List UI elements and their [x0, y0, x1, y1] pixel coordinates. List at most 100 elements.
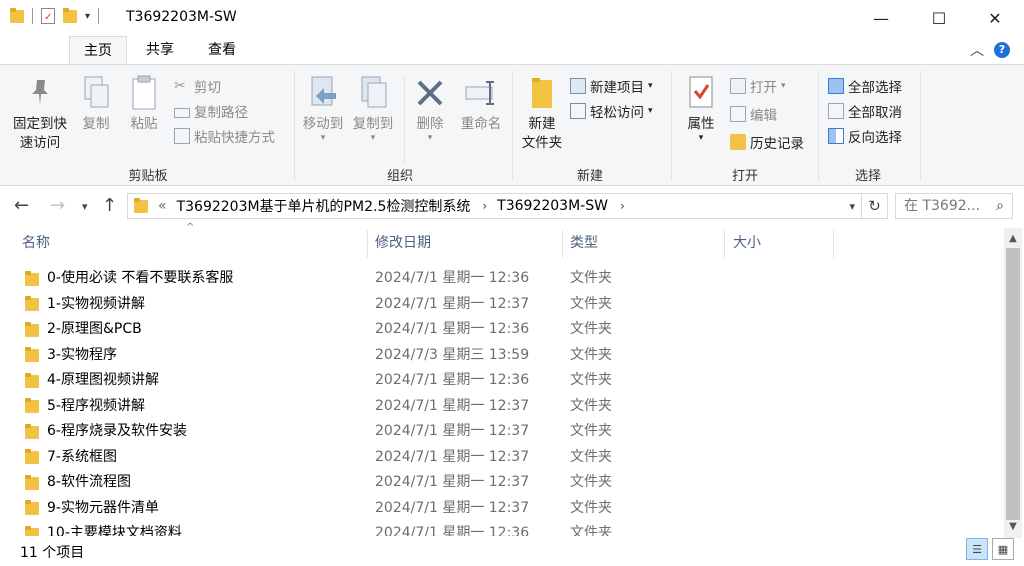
maximize-button[interactable]: ☐ — [910, 0, 968, 36]
new-item-button[interactable]: 新建项目 ▾ — [570, 75, 653, 97]
breadcrumb-item[interactable]: T3692203M基于单片机的PM2.5检测控制系统 — [177, 196, 471, 216]
copy-button[interactable]: 复制 — [76, 73, 116, 134]
column-header-size[interactable]: 大小 — [733, 228, 761, 258]
list-item[interactable]: 5-程序视频讲解 2024/7/1 星期一 12:37 文件夹 — [0, 394, 1000, 419]
properties-quick-icon[interactable]: ✓ — [41, 8, 55, 24]
collapse-ribbon-icon[interactable]: ︿ — [970, 40, 984, 60]
column-header-type[interactable]: 类型 — [570, 228, 598, 258]
column-divider[interactable] — [724, 230, 725, 258]
new-folder-quick-icon[interactable] — [63, 8, 77, 24]
paste-shortcut-button[interactable]: 粘贴快捷方式 — [174, 125, 275, 147]
delete-dropdown-icon: ▾ — [427, 133, 433, 143]
column-divider[interactable] — [562, 230, 563, 258]
scroll-thumb[interactable] — [1006, 248, 1020, 520]
pin-to-quick-access-button[interactable]: 固定到快 速访问 — [8, 73, 72, 153]
address-bar[interactable]: « T3692203M基于单片机的PM2.5检测控制系统 › T3692203M… — [127, 193, 862, 219]
minimize-button[interactable]: — — [852, 0, 910, 36]
list-item[interactable]: 6-程序烧录及软件安装 2024/7/1 星期一 12:37 文件夹 — [0, 419, 1000, 444]
forward-arrow-icon[interactable]: → — [50, 195, 65, 216]
folder-icon — [25, 347, 39, 363]
tab-view[interactable]: 查看 — [194, 36, 250, 64]
open-button[interactable]: 打开 ▾ — [730, 75, 786, 97]
file-name: 5-程序视频讲解 — [47, 397, 145, 414]
cut-button[interactable]: ✂ 剪切 — [174, 75, 221, 97]
chevron-right-icon[interactable]: › — [620, 199, 625, 213]
close-button[interactable]: ✕ — [966, 0, 1024, 36]
new-folder-icon — [524, 73, 560, 113]
rename-button[interactable]: 重命名 — [456, 73, 506, 134]
file-name: 10-主要模块文档资料 — [47, 525, 182, 536]
file-type: 文件夹 — [570, 397, 612, 414]
back-arrow-icon[interactable]: ← — [14, 195, 29, 216]
folder-icon — [25, 372, 39, 389]
address-dropdown-icon[interactable]: ▾ — [849, 200, 855, 213]
cut-label: 剪切 — [194, 80, 221, 96]
vertical-scrollbar[interactable]: ▲ ▼ — [1004, 228, 1022, 538]
folder-icon — [134, 198, 148, 214]
recent-locations-icon[interactable]: ▾ — [82, 200, 88, 213]
copy-to-label: 复制到 — [352, 116, 394, 132]
new-folder-button[interactable]: 新建 文件夹 — [516, 73, 568, 153]
file-name: 4-原理图视频讲解 — [47, 372, 159, 388]
history-button[interactable]: 历史记录 — [730, 131, 804, 153]
scroll-down-icon[interactable]: ▼ — [1004, 518, 1022, 536]
customize-quick-access-icon[interactable]: ▾ — [85, 11, 90, 22]
up-arrow-icon[interactable]: ↑ — [102, 195, 117, 216]
easy-access-button[interactable]: 轻松访问 ▾ — [570, 100, 653, 122]
copy-to-button[interactable]: 复制到 ▾ — [348, 73, 398, 143]
column-header-name[interactable]: 名称 — [22, 228, 50, 258]
breadcrumb-overflow[interactable]: « — [158, 198, 167, 214]
column-header-date[interactable]: 修改日期 — [375, 228, 431, 258]
list-item[interactable]: 2-原理图&PCB 2024/7/1 星期一 12:36 文件夹 — [0, 317, 1000, 342]
column-divider[interactable] — [833, 230, 834, 258]
ribbon: 固定到快 速访问 复制 粘贴 ✂ 剪切 复制路径 粘贴快捷方式 剪贴板 移动到 … — [0, 64, 1024, 186]
list-item[interactable]: 1-实物视频讲解 2024/7/1 星期一 12:37 文件夹 — [0, 292, 1000, 317]
title-bar: ✓ ▾ T3692203M-SW — ☐ ✕ — [0, 0, 1024, 36]
paste-button[interactable]: 粘贴 — [124, 73, 164, 134]
file-date: 2024/7/1 星期一 12:37 — [375, 295, 530, 312]
help-icon[interactable]: ? — [994, 42, 1010, 58]
search-input[interactable]: 在 T3692... ⌕ — [895, 193, 1013, 219]
column-divider[interactable] — [367, 230, 368, 258]
navigation-bar: ← → ▾ ↑ « T3692203M基于单片机的PM2.5检测控制系统 › T… — [0, 186, 1024, 226]
list-item[interactable]: 0-使用必读 不看不要联系客服 2024/7/1 星期一 12:36 文件夹 — [0, 266, 1000, 291]
divider — [920, 71, 921, 181]
view-switcher: ☰ ▦ — [966, 538, 1014, 560]
large-icons-view-icon[interactable]: ▦ — [992, 538, 1014, 560]
move-to-button[interactable]: 移动到 ▾ — [298, 73, 348, 143]
invert-selection-button[interactable]: 反向选择 — [828, 125, 902, 147]
folder-icon — [25, 296, 39, 312]
chevron-right-icon[interactable]: › — [482, 199, 487, 213]
copy-path-button[interactable]: 复制路径 — [174, 100, 248, 122]
file-type: 文件夹 — [570, 448, 612, 465]
select-none-button[interactable]: 全部取消 — [828, 100, 902, 122]
list-item[interactable]: 3-实物程序 2024/7/3 星期三 13:59 文件夹 — [0, 343, 1000, 368]
refresh-icon[interactable]: ↻ — [862, 193, 888, 219]
divider — [671, 71, 672, 181]
tab-share[interactable]: 共享 — [133, 36, 187, 64]
properties-button[interactable]: 属性 ▾ — [680, 73, 722, 143]
select-all-button[interactable]: 全部选择 — [828, 75, 902, 97]
list-item[interactable]: 8-软件流程图 2024/7/1 星期一 12:37 文件夹 — [0, 470, 1000, 495]
new-group-label: 新建 — [576, 169, 603, 184]
list-item[interactable]: 4-原理图视频讲解 2024/7/1 星期一 12:36 文件夹 — [0, 368, 1000, 393]
edit-button[interactable]: 编辑 — [730, 103, 777, 125]
list-item[interactable]: 7-系统框图 2024/7/1 星期一 12:37 文件夹 — [0, 445, 1000, 470]
file-name: 2-原理图&PCB — [47, 321, 142, 337]
breadcrumb-item[interactable]: T3692203M-SW — [497, 198, 608, 214]
scroll-up-icon[interactable]: ▲ — [1004, 230, 1022, 248]
properties-dropdown-icon: ▾ — [698, 133, 704, 143]
list-item[interactable]: 9-实物元器件清单 2024/7/1 星期一 12:37 文件夹 — [0, 496, 1000, 521]
open-group-label: 打开 — [731, 169, 758, 184]
divider — [512, 71, 513, 181]
divider — [818, 71, 819, 181]
open-label: 打开 — [750, 80, 777, 96]
copy-to-icon — [355, 73, 391, 113]
edit-icon — [730, 106, 746, 122]
tab-home[interactable]: 主页 — [69, 36, 127, 64]
delete-button[interactable]: 删除 ▾ — [410, 73, 450, 143]
paste-label: 粘贴 — [130, 116, 158, 132]
details-view-icon[interactable]: ☰ — [966, 538, 988, 560]
list-item[interactable]: 10-主要模块文档资料 2024/7/1 星期一 12:36 文件夹 — [0, 521, 1000, 536]
ribbon-tabs: 主页 共享 查看 ︿ ? — [0, 36, 1024, 64]
